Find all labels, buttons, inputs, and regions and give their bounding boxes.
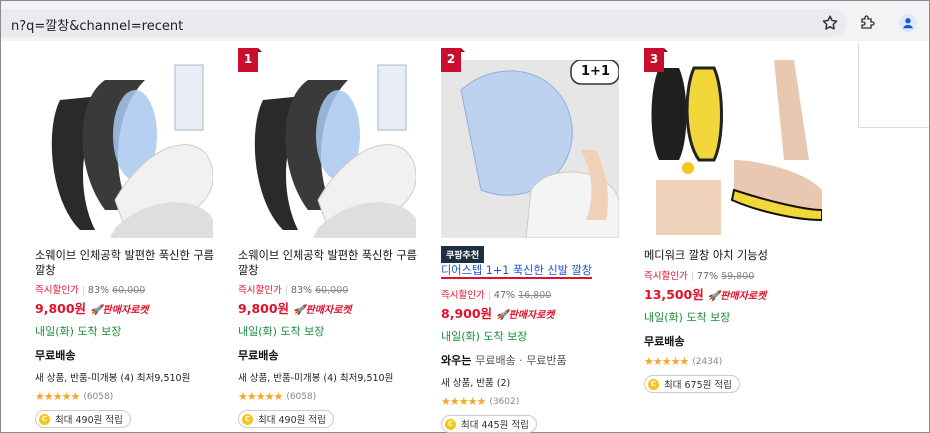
delivery-promise: 내일(화) 도착 보장 (644, 311, 731, 324)
rating: ★★★★★ (3602) (441, 395, 621, 408)
review-count: (2434) (692, 356, 723, 367)
other-options[interactable]: 새 상품, 반품 (2) (441, 375, 621, 389)
price-row: 8,900원 🚀판매자로켓 (441, 303, 621, 322)
cash-reward: C 최대 675원 적립 (644, 375, 740, 393)
star-rating-icon: ★★★★★ (441, 395, 486, 408)
free-shipping: 무료배송 (35, 349, 76, 362)
rank-badge: 1 (238, 48, 262, 72)
product-card[interactable]: 1 소웨이브 인체공학 발편한 푹신한 구름 깔창 즉시할인가 | 83% 60,0… (238, 48, 418, 428)
product-image[interactable] (238, 60, 416, 238)
sale-price: 13,500원 (644, 287, 704, 302)
product-title[interactable]: 소웨이브 인체공학 발편한 푹신한 구름 깔창 (35, 248, 215, 278)
address-bar[interactable]: n?q=깔창&channel=recent (1, 9, 847, 37)
cash-reward: C 최대 490원 적립 (35, 410, 131, 428)
sale-price: 9,800원 (238, 301, 290, 316)
free-shipping: 무료배송 (238, 349, 279, 362)
original-price: 60,000 (315, 285, 349, 296)
discount-rate: 77% (696, 271, 719, 282)
discount-rate: 47% (493, 290, 516, 301)
discount-label: 즉시할인가 (35, 285, 79, 296)
discount-label: 즉시할인가 (238, 285, 282, 296)
side-panel (858, 42, 929, 128)
price-row: 13,500원 🚀판매자로켓 (644, 284, 824, 303)
star-rating-icon: ★★★★★ (644, 355, 689, 368)
wow-shipping: 와우는 무료배송 · 무료반품 (441, 354, 567, 367)
original-price: 16,800 (518, 290, 552, 301)
discount-row: 즉시할인가 | 83% 60,000 (35, 285, 146, 296)
coin-icon: C (242, 413, 253, 425)
extensions-puzzle-icon[interactable] (859, 13, 877, 31)
original-price: 59,800 (721, 271, 755, 282)
product-card[interactable]: 2 1+1 쿠팡추천 디어스텝 1+1 푹신한 신발 깔창 즉시할인가 | 47% … (441, 48, 621, 433)
delivery-promise: 내일(화) 도착 보장 (35, 325, 122, 338)
review-count: (6058) (83, 391, 114, 402)
product-image[interactable] (35, 60, 213, 238)
discount-row: 즉시할인가 | 83% 60,000 (238, 285, 349, 296)
rocket-badge: 🚀판매자로켓 (707, 291, 767, 302)
cash-reward: C 최대 445원 적립 (441, 415, 537, 433)
original-price: 60,000 (112, 285, 146, 296)
coin-icon: C (648, 378, 659, 390)
profile-avatar-icon[interactable] (899, 14, 917, 32)
rating: ★★★★★ (2434) (644, 355, 824, 368)
review-count: (3602) (489, 396, 520, 407)
delivery-promise: 내일(화) 도착 보장 (441, 330, 528, 343)
rocket-badge: 🚀판매자로켓 (293, 305, 352, 316)
bundle-badge: 1+1 (581, 64, 610, 79)
product-title[interactable]: 메디워크 깔창 아치 기능성 (644, 248, 824, 264)
coupang-recommend-badge: 쿠팡추천 (441, 246, 485, 263)
url-text[interactable]: n?q=깔창&channel=recent (11, 15, 183, 34)
discount-row: 즉시할인가 | 47% 16,800 (441, 290, 552, 301)
other-options[interactable]: 새 상품, 반품-미개봉 (4) 최저9,510원 (35, 370, 215, 384)
rating: ★★★★★ (6058) (238, 390, 418, 403)
product-image[interactable] (644, 60, 822, 238)
product-image[interactable]: 1+1 (441, 60, 619, 238)
price-row: 9,800원 🚀판매자로켓 (238, 298, 418, 317)
discount-row: 즉시할인가 | 77% 59,800 (644, 271, 755, 282)
star-rating-icon: ★★★★★ (238, 390, 283, 403)
product-title[interactable]: 소웨이브 인체공학 발편한 푹신한 구름 깔창 (238, 248, 418, 278)
browser-toolbar: n?q=깔창&channel=recent (1, 1, 929, 41)
sale-price: 9,800원 (35, 301, 87, 316)
other-options[interactable]: 새 상품, 반품-미개봉 (4) 최저9,510원 (238, 370, 418, 384)
discount-rate: 83% (290, 285, 313, 296)
rocket-badge: 🚀판매자로켓 (496, 310, 555, 321)
product-title[interactable]: 디어스텝 1+1 푹신한 신발 깔창 (441, 263, 593, 279)
coin-icon: C (39, 413, 50, 425)
price-row: 9,800원 🚀판매자로켓 (35, 298, 215, 317)
cash-reward: C 최대 490원 적립 (238, 410, 334, 428)
discount-label: 즉시할인가 (441, 290, 485, 301)
rating: ★★★★★ (6058) (35, 390, 215, 403)
discount-rate: 83% (87, 285, 110, 296)
free-shipping: 무료배송 (644, 335, 685, 348)
product-card[interactable]: 소웨이브 인체공학 발편한 푹신한 구름 깔창 즉시할인가 | 83% 60,000… (35, 60, 215, 428)
sale-price: 8,900원 (441, 306, 493, 321)
rank-badge: 3 (644, 48, 668, 72)
bookmark-star-icon[interactable] (821, 14, 839, 32)
star-rating-icon: ★★★★★ (35, 390, 80, 403)
delivery-promise: 내일(화) 도착 보장 (238, 325, 325, 338)
review-count: (6058) (286, 391, 317, 402)
product-card[interactable]: 3 메디워크 깔창 아치 기능성 즉시할인가 | 77% 59,800 13,500… (644, 48, 824, 393)
rank-badge: 2 (441, 48, 465, 72)
rocket-badge: 🚀판매자로켓 (90, 305, 149, 316)
discount-label: 즉시할인가 (644, 271, 688, 282)
coin-icon: C (445, 418, 456, 430)
